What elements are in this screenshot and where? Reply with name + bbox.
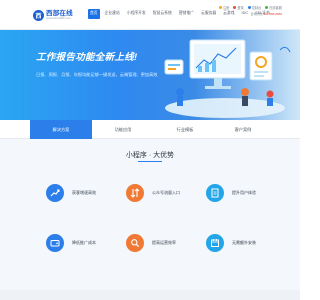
calendar-icon: [206, 234, 224, 252]
feature-card[interactable]: 获客增速高效: [30, 168, 110, 218]
logo-badge-icon: 西: [33, 9, 44, 21]
hotline: 咨询热线 400-888-8888: [250, 12, 282, 16]
banner-subtitle: 日报、周报、月报、年报均能足够一键发送，云端管理、更加高效: [36, 72, 158, 77]
main-menu: 首页 企业建站 小程序开发 智慧云系统 营销推广 云服务器 云游戏 IDC SS…: [88, 9, 272, 19]
feature-card[interactable]: 降低推广成本: [30, 218, 110, 268]
menu-item-miniprogram[interactable]: 小程序开发: [125, 9, 148, 19]
tab-features[interactable]: 功能应用: [92, 120, 154, 139]
search-icon: [126, 234, 144, 252]
login-dot-icon: [233, 6, 237, 9]
menu-item-smart-cloud[interactable]: 智慧云系统: [151, 9, 174, 19]
menu-item-marketing[interactable]: 营销推广: [177, 9, 196, 19]
wallet-icon: [46, 234, 64, 252]
tab-solutions[interactable]: 解决方案: [30, 120, 92, 139]
feature-card[interactable]: 无需额外安装: [190, 218, 270, 268]
document-icon: [206, 184, 224, 202]
chart-icon: [46, 184, 64, 202]
menu-item-home[interactable]: 首页: [88, 9, 100, 19]
login-link[interactable]: 登录: [233, 5, 244, 10]
hero-illustration: [164, 39, 291, 118]
console-dot-icon: [247, 6, 251, 9]
section-divider: [138, 161, 162, 162]
brand-url: www.xbzx360.com: [46, 16, 71, 21]
banner-title: 工作报告功能全新上线!: [36, 52, 138, 63]
top-right-links: 注册 登录 控制台 在线客服: [218, 5, 282, 10]
register-dot-icon: [218, 6, 222, 9]
menu-item-website[interactable]: 企业建站: [103, 9, 122, 19]
menu-item-cloud-game[interactable]: 云游戏: [221, 9, 236, 19]
register-link[interactable]: 注册: [218, 5, 229, 10]
service-dot-icon: [265, 6, 269, 9]
hero-banner[interactable]: 工作报告功能全新上线! 日报、周报、月报、年报均能足够一键发送，云端管理、更加高…: [0, 30, 300, 120]
solution-tabs: 解决方案 功能应用 行业模板 客户案例: [0, 120, 300, 139]
console-link[interactable]: 控制台: [247, 5, 261, 10]
feature-label: 获客增速高效: [72, 190, 96, 195]
footer-strip: [0, 290, 300, 300]
menu-item-cloud-server[interactable]: 云服务器: [199, 9, 218, 19]
feature-card[interactable]: 提升用户体验: [190, 168, 270, 218]
online-service-link[interactable]: 在线客服: [265, 5, 282, 10]
feature-label: 无需额外安装: [232, 240, 256, 245]
feature-grid: 获客增速高效 公众号流量入口 提升用户体验 降低推广成本 提高运营效率 无需额外…: [30, 168, 270, 280]
feature-card[interactable]: 公众号流量入口: [110, 168, 190, 218]
menu-item-idc[interactable]: IDC: [240, 9, 251, 19]
tab-industry-templates[interactable]: 行业模板: [154, 120, 216, 139]
brand-logo[interactable]: 西 西部在线 www.xbzx360.com: [33, 7, 75, 23]
feature-label: 提高运营效率: [152, 240, 176, 245]
tab-client-cases[interactable]: 客户案例: [216, 120, 270, 139]
exchange-icon: [126, 184, 144, 202]
top-navigation: 西 西部在线 www.xbzx360.com 首页 企业建站 小程序开发 智慧云…: [0, 0, 300, 30]
page: 西 西部在线 www.xbzx360.com 首页 企业建站 小程序开发 智慧云…: [0, 0, 300, 300]
feature-label: 降低推广成本: [72, 240, 96, 245]
feature-card[interactable]: 提高运营效率: [110, 218, 190, 268]
section-title: 小程序 · 大优势: [125, 152, 175, 159]
feature-label: 公众号流量入口: [152, 190, 180, 195]
feature-label: 提升用户体验: [232, 190, 256, 195]
